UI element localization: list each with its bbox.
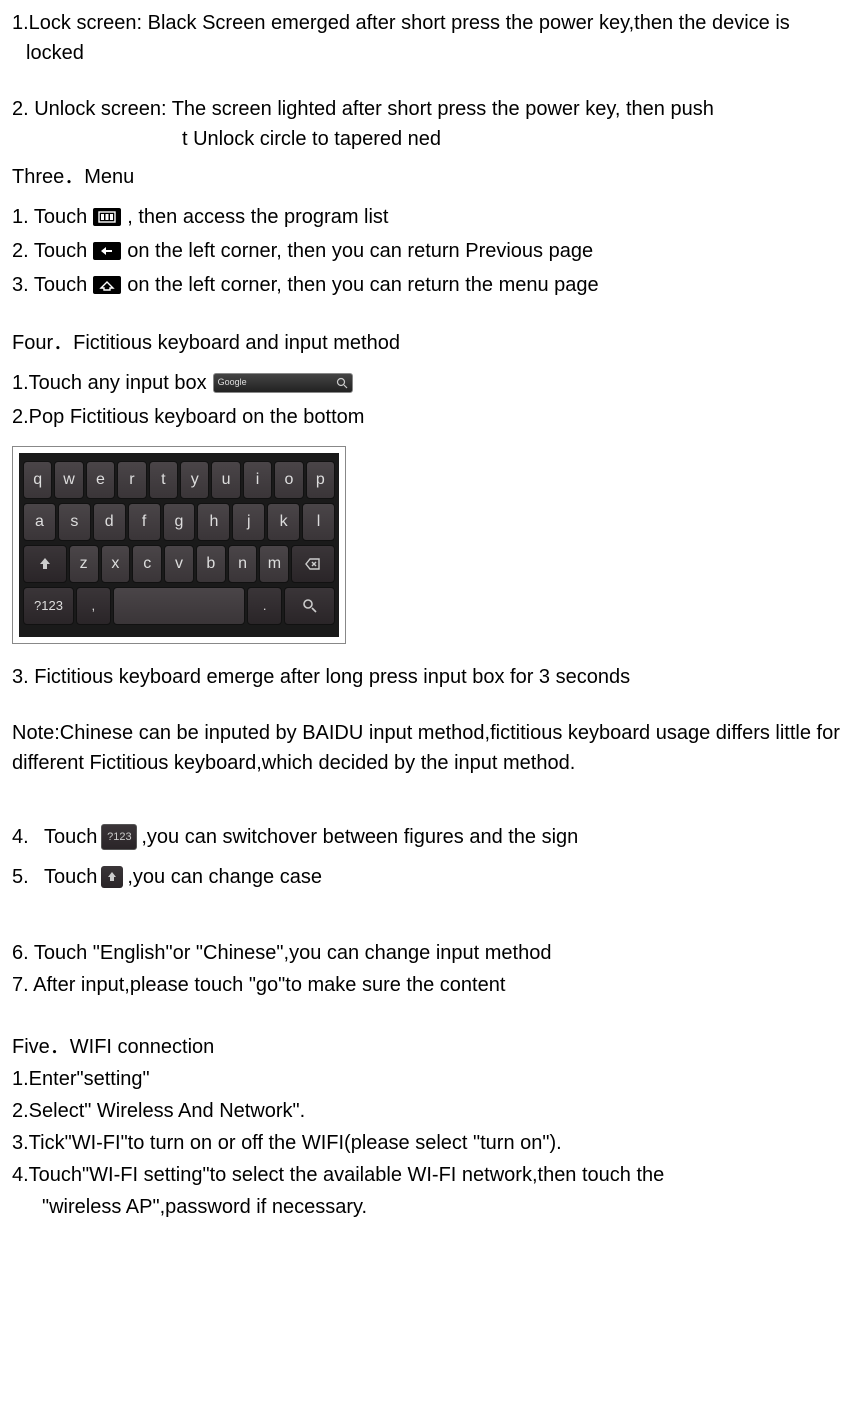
lock-screen-para: 1.Lock screen: Black Screen emerged afte… [12,8,855,68]
key-b: b [196,545,226,583]
four-5-pre: Touch [44,862,97,892]
four-4-pre: Touch [44,822,97,852]
menu-3-pre: 3. Touch [12,270,87,300]
key-r: r [117,461,146,499]
menu-item-2: 2. Touch on the left corner, then you ca… [12,236,855,266]
key-h: h [197,503,230,541]
keyboard-image: qwertyuiop asdfghjkl zxcvbnm ?123 , . [12,446,346,644]
five-item-4b: "wireless AP",password if necessary. [12,1192,855,1222]
key-c: c [132,545,162,583]
four-note: Note:Chinese can be inputed by BAIDU inp… [12,718,855,778]
num-4: 4. [12,822,40,852]
key-a: a [23,503,56,541]
key-n: n [228,545,258,583]
menu-1-post: , then access the program list [127,202,388,232]
shift-icon [101,866,123,888]
key-y: y [180,461,209,499]
menu-3-post: on the left corner, then you can return … [127,270,598,300]
five-item-1: 1.Enter"setting" [12,1064,855,1094]
home-icon [93,276,121,294]
space-key [113,587,246,625]
key-l: l [302,503,335,541]
five-item-3: 3.Tick"WI-FI"to turn on or off the WIFI(… [12,1128,855,1158]
four-item-5: 5. Touch ,you can change case [12,862,855,892]
menu-2-post: on the left corner, then you can return … [127,236,593,266]
four-1-text: 1.Touch any input box [12,368,207,398]
search-key [284,587,335,625]
key-x: x [101,545,131,583]
three-header: Three．Menu [12,162,855,192]
back-icon [93,242,121,260]
menu-item-3: 3. Touch on the left corner, then you ca… [12,270,855,300]
four-item-3: 3. Fictitious keyboard emerge after long… [12,662,855,692]
key-w: w [54,461,83,499]
search-box-icon: Google [213,373,353,393]
key-d: d [93,503,126,541]
five-item-2: 2.Select" Wireless And Network". [12,1096,855,1126]
key-m: m [259,545,289,583]
lock-line1: 1.Lock screen: Black Screen emerged afte… [12,8,855,38]
key-p: p [306,461,335,499]
period-key: . [247,587,282,625]
key-e: e [86,461,115,499]
key-s: s [58,503,91,541]
five-item-4a: 4.Touch"WI-FI setting"to select the avai… [12,1160,855,1190]
key-f: f [128,503,161,541]
four-item-4: 4. Touch ?123 ,you can switchover betwee… [12,822,855,852]
comma-key: , [76,587,111,625]
shift-key [23,545,67,583]
four-item-7: 7. After input,please touch "go"to make … [12,970,855,1000]
key-t: t [149,461,178,499]
key-j: j [232,503,265,541]
menu-1-pre: 1. Touch [12,202,87,232]
num-5: 5. [12,862,40,892]
numkey: ?123 [23,587,74,625]
search-label: Google [218,376,336,390]
key-q: q [23,461,52,499]
numkey-icon: ?123 [101,824,137,850]
unlock-line2: t Unlock circle to tapered ned [12,124,855,154]
key-i: i [243,461,272,499]
key-u: u [211,461,240,499]
four-5-post: ,you can change case [127,862,322,892]
lock-line2: locked [12,38,855,68]
key-k: k [267,503,300,541]
backspace-key [291,545,335,583]
grid-icon [93,208,121,226]
four-item-2: 2.Pop Fictitious keyboard on the bottom [12,402,855,432]
unlock-screen-para: 2. Unlock screen: The screen lighted aft… [12,94,855,154]
menu-2-pre: 2. Touch [12,236,87,266]
key-g: g [163,503,196,541]
menu-item-1: 1. Touch , then access the program list [12,202,855,232]
four-header: Four．Fictitious keyboard and input metho… [12,328,855,358]
four-item-6: 6. Touch "English"or "Chinese",you can c… [12,938,855,968]
four-item-1: 1.Touch any input box Google [12,368,855,398]
four-4-post: ,you can switchover between figures and … [141,822,578,852]
key-z: z [69,545,99,583]
key-v: v [164,545,194,583]
key-o: o [274,461,303,499]
five-header: Five．WIFI connection [12,1032,855,1062]
unlock-line1: 2. Unlock screen: The screen lighted aft… [12,94,855,124]
magnifier-icon [336,377,348,389]
